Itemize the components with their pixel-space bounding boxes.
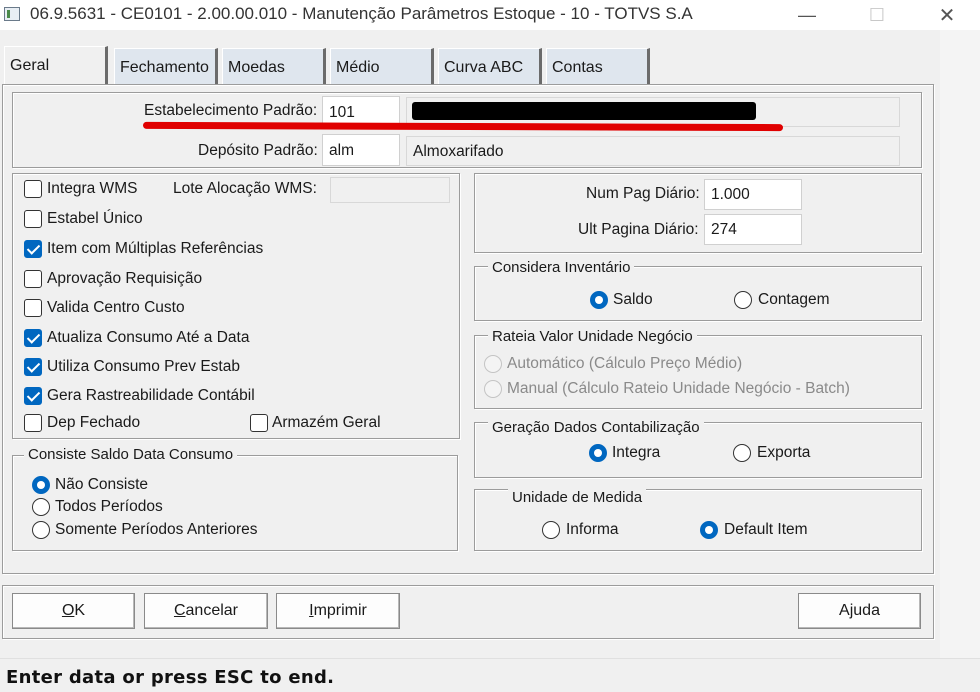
ajuda-label: uda xyxy=(853,602,880,619)
valida-centro-custo-checkbox[interactable] xyxy=(24,299,42,317)
tab-contas[interactable]: Contas xyxy=(546,48,650,84)
atualiza-consumo-checkbox[interactable] xyxy=(24,329,42,347)
estabel-unico-label: Estabel Único xyxy=(47,210,143,227)
todos-periodos-label: Todos Períodos xyxy=(55,498,163,515)
app-icon xyxy=(4,7,20,21)
tab-medio[interactable]: Médio xyxy=(330,48,434,84)
status-text: Enter data or press ESC to end. xyxy=(6,667,335,688)
num-pag-input[interactable]: 1.000 xyxy=(704,179,802,210)
armazem-geral-label: Armazém Geral xyxy=(272,414,381,431)
informa-radio[interactable] xyxy=(542,521,560,539)
button-bar xyxy=(2,585,934,639)
aprovacao-requisicao-checkbox[interactable] xyxy=(24,270,42,288)
minimize-button[interactable]: — xyxy=(784,0,830,30)
todos-periodos-radio[interactable] xyxy=(32,498,50,516)
default-item-radio[interactable] xyxy=(700,521,718,539)
aprovacao-requisicao-label: Aprovação Requisição xyxy=(47,270,203,287)
ok-button[interactable]: OK xyxy=(12,593,135,629)
exporta-label: Exporta xyxy=(757,444,811,461)
cancelar-button[interactable]: Cancelar xyxy=(144,593,268,629)
estabel-unico-checkbox[interactable] xyxy=(24,210,42,228)
dep-fechado-label: Dep Fechado xyxy=(47,414,141,431)
manual-label: Manual (Cálculo Rateio Unidade Negócio -… xyxy=(507,380,850,397)
estabelecimento-label: Estabelecimento Padrão: xyxy=(144,102,318,119)
redaction-mark xyxy=(412,102,756,120)
ajuda-button[interactable]: Aj uda xyxy=(798,593,921,629)
tab-curva-abc[interactable]: Curva ABC xyxy=(438,48,542,84)
dep-fechado-checkbox[interactable] xyxy=(24,414,42,432)
window-title: 06.9.5631 - CE0101 - 2.00.00.010 - Manut… xyxy=(30,4,693,23)
somente-periodos-radio[interactable] xyxy=(32,521,50,539)
ok-mnemonic: O xyxy=(61,602,75,619)
automatico-radio xyxy=(484,355,502,373)
ult-pagina-label: Ult Pagina Diário: xyxy=(578,221,699,238)
geracao-dados-legend: Geração Dados Contabilização xyxy=(488,419,704,436)
saldo-label: Saldo xyxy=(613,291,653,308)
contagem-radio[interactable] xyxy=(734,291,752,309)
informa-label: Informa xyxy=(566,521,619,538)
imprimir-label: mprimir xyxy=(313,602,367,619)
ult-pagina-input[interactable]: 274 xyxy=(704,214,802,245)
contagem-label: Contagem xyxy=(758,291,830,308)
item-multiplas-label: Item com Múltiplas Referências xyxy=(47,240,264,257)
tab-label: Curva ABC xyxy=(444,59,524,76)
tab-fechamento[interactable]: Fechamento xyxy=(114,48,218,84)
cancelar-label: ancelar xyxy=(185,602,239,619)
ajuda-prefix: A xyxy=(839,602,850,619)
valida-centro-custo-label: Valida Centro Custo xyxy=(47,299,185,316)
utiliza-consumo-checkbox[interactable] xyxy=(24,358,42,376)
automatico-label: Automático (Cálculo Preço Médio) xyxy=(507,355,743,372)
nao-consiste-radio[interactable] xyxy=(32,476,50,494)
gera-rastreabilidade-checkbox[interactable] xyxy=(24,387,42,405)
integra-label: Integra xyxy=(612,444,661,461)
lote-alocacao-input[interactable] xyxy=(330,177,450,203)
rateia-valor-legend: Rateia Valor Unidade Negócio xyxy=(488,328,697,345)
tab-label: Médio xyxy=(336,59,380,76)
num-pag-label: Num Pag Diário: xyxy=(586,185,700,202)
exporta-radio[interactable] xyxy=(733,444,751,462)
utiliza-consumo-label: Utiliza Consumo Prev Estab xyxy=(47,358,240,375)
maximize-button[interactable]: ☐ xyxy=(854,0,900,30)
window-edge xyxy=(940,30,980,658)
lote-alocacao-label: Lote Alocação WMS: xyxy=(173,180,317,197)
deposito-description: Almoxarifado xyxy=(406,136,900,166)
tab-moedas[interactable]: Moedas xyxy=(222,48,326,84)
consiste-saldo-legend: Consiste Saldo Data Consumo xyxy=(24,446,238,463)
close-button[interactable]: ✕ xyxy=(924,0,970,30)
deposito-input[interactable]: alm xyxy=(322,134,400,166)
tab-label: Contas xyxy=(552,59,603,76)
cancelar-mnemonic: C xyxy=(173,602,186,619)
deposito-label: Depósito Padrão: xyxy=(198,142,318,159)
tab-label: Fechamento xyxy=(120,59,209,76)
ok-label: K xyxy=(74,602,86,619)
atualiza-consumo-label: Atualiza Consumo Até a Data xyxy=(47,329,250,346)
gera-rastreabilidade-label: Gera Rastreabilidade Contábil xyxy=(47,387,255,404)
integra-wms-checkbox[interactable] xyxy=(24,180,42,198)
nao-consiste-label: Não Consiste xyxy=(55,476,149,493)
unidade-medida-legend: Unidade de Medida xyxy=(508,489,647,506)
integra-radio[interactable] xyxy=(589,444,607,462)
saldo-radio[interactable] xyxy=(590,291,608,309)
considera-inventario-legend: Considera Inventário xyxy=(488,259,635,276)
tab-label: Geral xyxy=(10,57,50,74)
somente-periodos-label: Somente Períodos Anteriores xyxy=(55,521,258,538)
armazem-geral-checkbox[interactable] xyxy=(250,414,268,432)
integra-wms-label: Integra WMS xyxy=(47,180,138,197)
imprimir-button[interactable]: Imprimir xyxy=(276,593,400,629)
manual-radio xyxy=(484,380,502,398)
tab-geral[interactable]: Geral xyxy=(4,46,108,86)
tab-label: Moedas xyxy=(228,59,285,76)
item-multiplas-checkbox[interactable] xyxy=(24,240,42,258)
default-item-label: Default Item xyxy=(724,521,808,538)
